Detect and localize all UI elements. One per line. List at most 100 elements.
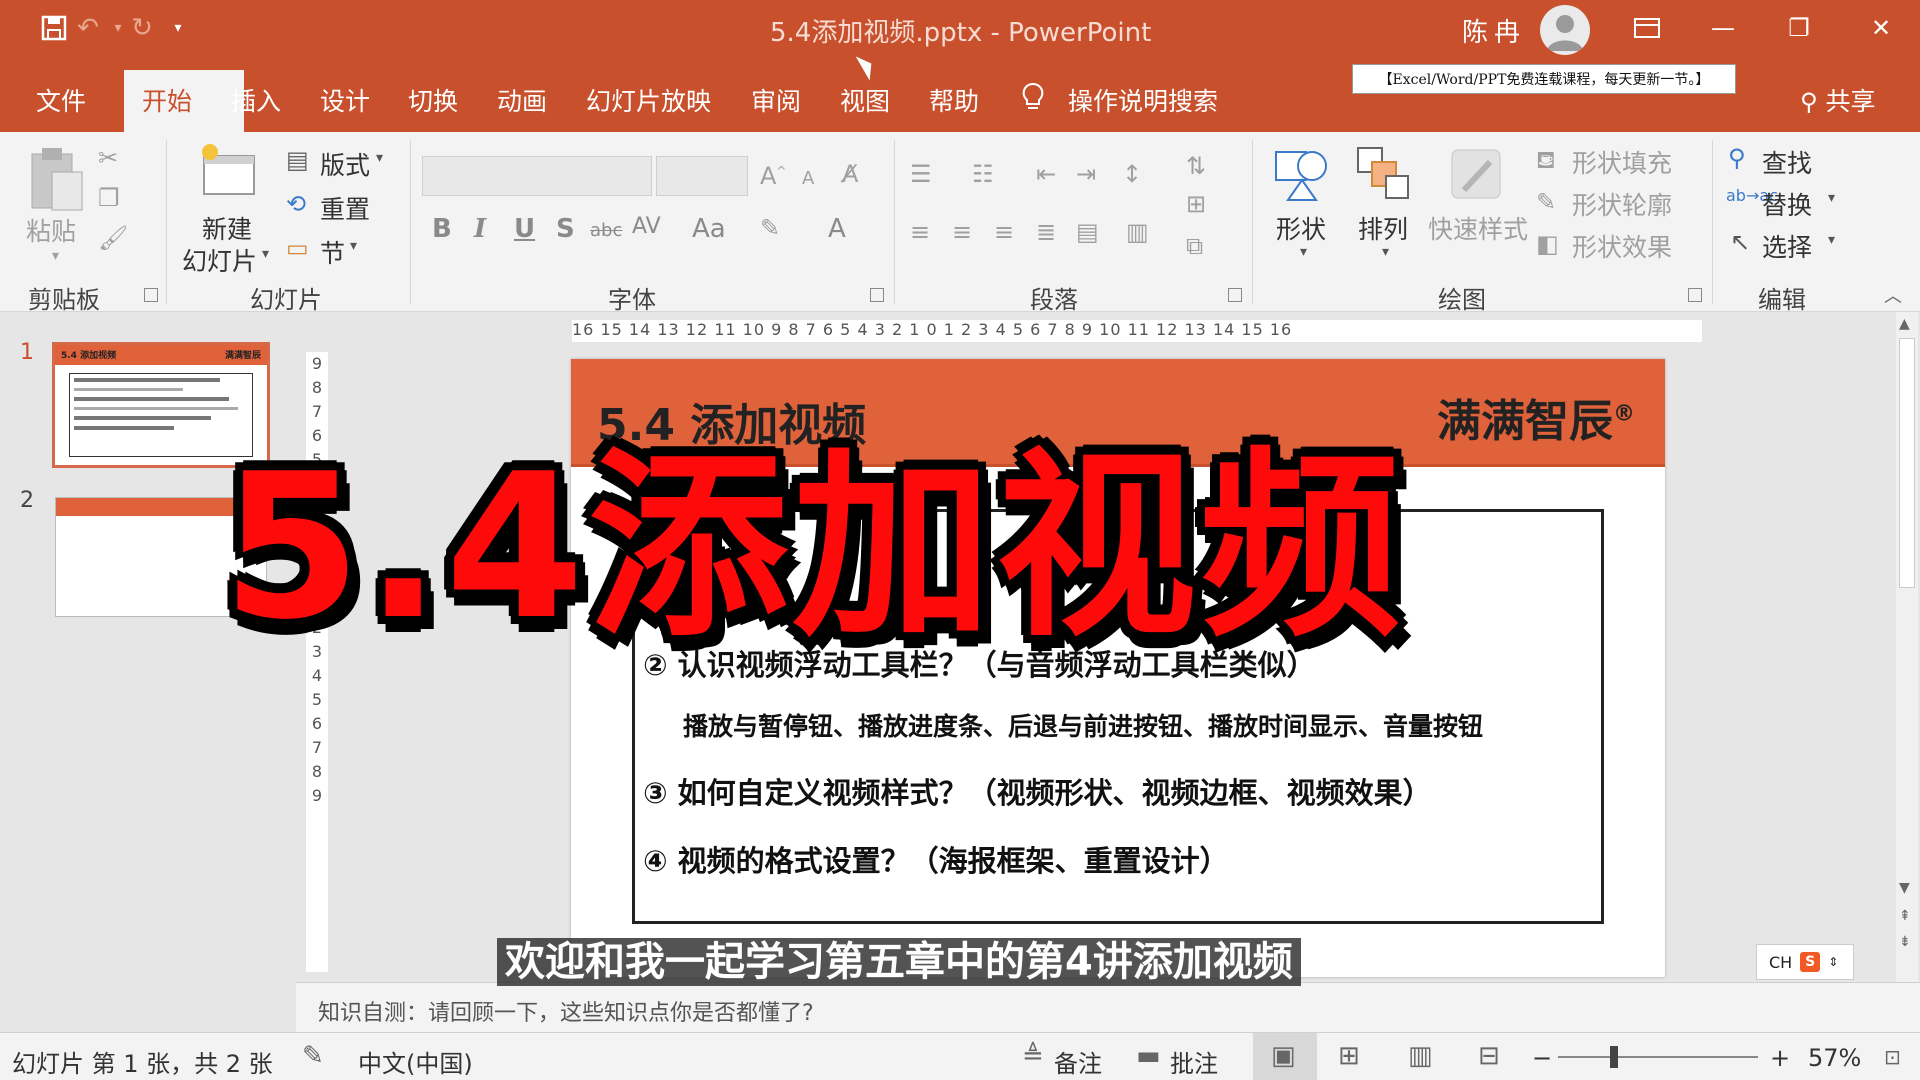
align-right-icon[interactable]: ≡ — [994, 218, 1014, 246]
shape-effects-button[interactable]: 形状效果 — [1572, 228, 1672, 264]
tab-insert[interactable]: 插入 — [231, 82, 281, 118]
fit-to-window-icon[interactable]: ⊡ — [1884, 1045, 1901, 1069]
new-slide-label-1[interactable]: 新建 — [202, 210, 252, 246]
tab-design[interactable]: 设计 — [320, 82, 370, 118]
notes-pane[interactable]: 知识自测：请回顾一下，这些知识点你是否都懂了? — [296, 982, 1920, 1032]
align-center-icon[interactable]: ≡ — [952, 218, 972, 246]
redo-icon[interactable]: ↻ — [124, 10, 160, 46]
slide-sorter-icon[interactable]: ⊞ — [1338, 1041, 1360, 1071]
highlight-icon[interactable]: ✎ — [760, 214, 780, 242]
font-size-input[interactable] — [656, 156, 748, 196]
restore-icon[interactable]: ❐ — [1776, 8, 1822, 48]
align-left-icon[interactable]: ≡ — [910, 218, 930, 246]
tab-help[interactable]: 帮助 — [929, 82, 979, 118]
bold-button[interactable]: B — [432, 214, 452, 244]
select-dropdown-icon[interactable]: ▾ — [1828, 232, 1835, 248]
arrange-icon[interactable] — [1354, 144, 1414, 208]
italic-button[interactable]: I — [474, 214, 486, 244]
normal-view-button[interactable]: ▣ — [1253, 1033, 1317, 1080]
layout-dropdown-icon[interactable]: ▾ — [376, 150, 383, 166]
zoom-out-icon[interactable]: − — [1532, 1044, 1552, 1072]
paste-button[interactable]: 粘贴 — [26, 212, 76, 248]
line-spacing-icon[interactable]: ↕ — [1122, 160, 1142, 188]
shapes-dropdown-icon[interactable]: ▾ — [1300, 244, 1307, 260]
collapse-ribbon-icon[interactable]: ︿ — [1884, 282, 1902, 308]
tab-slideshow[interactable]: 幻灯片放映 — [586, 82, 711, 118]
zoom-in-icon[interactable]: + — [1770, 1044, 1790, 1072]
quick-styles-icon[interactable] — [1446, 144, 1506, 208]
new-slide-dropdown-icon[interactable]: ▾ — [262, 246, 269, 262]
tab-review[interactable]: 审阅 — [751, 82, 801, 118]
avatar[interactable] — [1540, 5, 1590, 55]
tab-transitions[interactable]: 切换 — [408, 82, 458, 118]
columns-icon[interactable]: ▥ — [1126, 218, 1149, 246]
text-direction-icon[interactable]: ⇅ — [1186, 152, 1206, 180]
change-case-button[interactable]: Aa — [692, 214, 726, 244]
spelling-icon[interactable]: ✎ — [302, 1041, 324, 1071]
font-launcher-icon[interactable] — [870, 288, 884, 302]
smartart-icon[interactable]: ⧉ — [1186, 232, 1203, 260]
section-button[interactable]: 节 — [320, 234, 345, 270]
ribbon-display-options-icon[interactable] — [1624, 8, 1670, 48]
bullets-icon[interactable]: ☰ — [910, 160, 932, 188]
format-painter-icon[interactable]: 🖌 — [98, 224, 128, 252]
minimize-icon[interactable]: — — [1700, 8, 1746, 48]
justify-icon[interactable]: ≣ — [1036, 218, 1056, 246]
align-text-icon[interactable]: ⊞ — [1186, 190, 1206, 218]
replace-button[interactable]: 替换 — [1762, 186, 1812, 222]
tab-animations[interactable]: 动画 — [497, 82, 547, 118]
vertical-scrollbar[interactable]: ▲ ▼ ⇞ ⇟ — [1896, 312, 1918, 982]
ime-indicator[interactable]: CH S ⇕ — [1756, 944, 1854, 980]
tab-file[interactable]: 文件 — [36, 82, 86, 118]
font-color-button[interactable]: A — [828, 214, 846, 244]
font-name-input[interactable] — [422, 156, 652, 196]
reading-view-icon[interactable]: ▥ — [1408, 1041, 1433, 1071]
char-spacing-button[interactable]: AV — [632, 214, 661, 239]
strikethrough-button[interactable]: abc — [590, 220, 622, 241]
shapes-icon[interactable] — [1272, 144, 1332, 208]
notes-text[interactable]: 知识自测：请回顾一下，这些知识点你是否都懂了? — [318, 995, 814, 1027]
increase-font-icon[interactable]: A^ — [760, 162, 786, 190]
paragraph-launcher-icon[interactable] — [1228, 288, 1242, 302]
new-slide-icon[interactable] — [196, 142, 260, 206]
clipboard-launcher-icon[interactable] — [144, 288, 158, 302]
next-slide-icon[interactable]: ⇟ — [1899, 934, 1911, 950]
shape-outline-button[interactable]: 形状轮廓 — [1572, 186, 1672, 222]
distributed-icon[interactable]: ▤ — [1076, 218, 1099, 246]
language-indicator[interactable]: 中文(中国) — [358, 1044, 473, 1079]
zoom-slider-knob[interactable] — [1610, 1046, 1618, 1068]
copy-icon[interactable]: ❐ — [98, 184, 120, 212]
user-name[interactable]: 陈冉 — [1462, 12, 1526, 49]
notes-button[interactable]: 备注 — [1054, 1044, 1102, 1079]
close-icon[interactable]: ✕ — [1858, 8, 1904, 48]
tab-home[interactable]: 开始 — [124, 70, 244, 132]
share-button[interactable]: ⚲ 共享 — [1800, 82, 1876, 118]
underline-button[interactable]: U — [514, 214, 535, 244]
previous-slide-icon[interactable]: ⇞ — [1899, 908, 1911, 924]
drawing-launcher-icon[interactable] — [1688, 288, 1702, 302]
select-button[interactable]: 选择 — [1762, 228, 1812, 264]
scroll-up-icon[interactable]: ▲ — [1899, 316, 1910, 332]
quick-styles-button[interactable]: 快速样式 — [1428, 210, 1528, 246]
arrange-dropdown-icon[interactable]: ▾ — [1382, 244, 1389, 260]
increase-indent-icon[interactable]: ⇥ — [1076, 160, 1096, 188]
find-button[interactable]: 查找 — [1762, 144, 1812, 180]
shape-fill-button[interactable]: 形状填充 — [1572, 144, 1672, 180]
customize-qat-icon[interactable]: ▾ — [160, 10, 196, 46]
comments-button[interactable]: 批注 — [1170, 1044, 1218, 1079]
decrease-font-icon[interactable]: A — [802, 168, 814, 189]
scroll-down-icon[interactable]: ▼ — [1899, 880, 1910, 896]
cut-icon[interactable]: ✂ — [98, 144, 118, 172]
layout-button[interactable]: 版式 — [320, 146, 370, 182]
shapes-button[interactable]: 形状 — [1276, 210, 1326, 246]
decrease-indent-icon[interactable]: ⇤ — [1036, 160, 1056, 188]
numbering-icon[interactable]: ☷ — [972, 160, 994, 188]
arrange-button[interactable]: 排列 — [1358, 210, 1408, 246]
section-dropdown-icon[interactable]: ▾ — [350, 238, 357, 254]
paste-icon[interactable] — [26, 144, 86, 218]
clear-formatting-icon[interactable]: A̸ — [842, 160, 858, 188]
new-slide-label-2[interactable]: 幻灯片 — [182, 242, 257, 278]
zoom-level[interactable]: 57% — [1808, 1044, 1861, 1072]
slideshow-icon[interactable]: ⊟ — [1478, 1041, 1500, 1071]
zoom-slider[interactable] — [1558, 1056, 1758, 1058]
